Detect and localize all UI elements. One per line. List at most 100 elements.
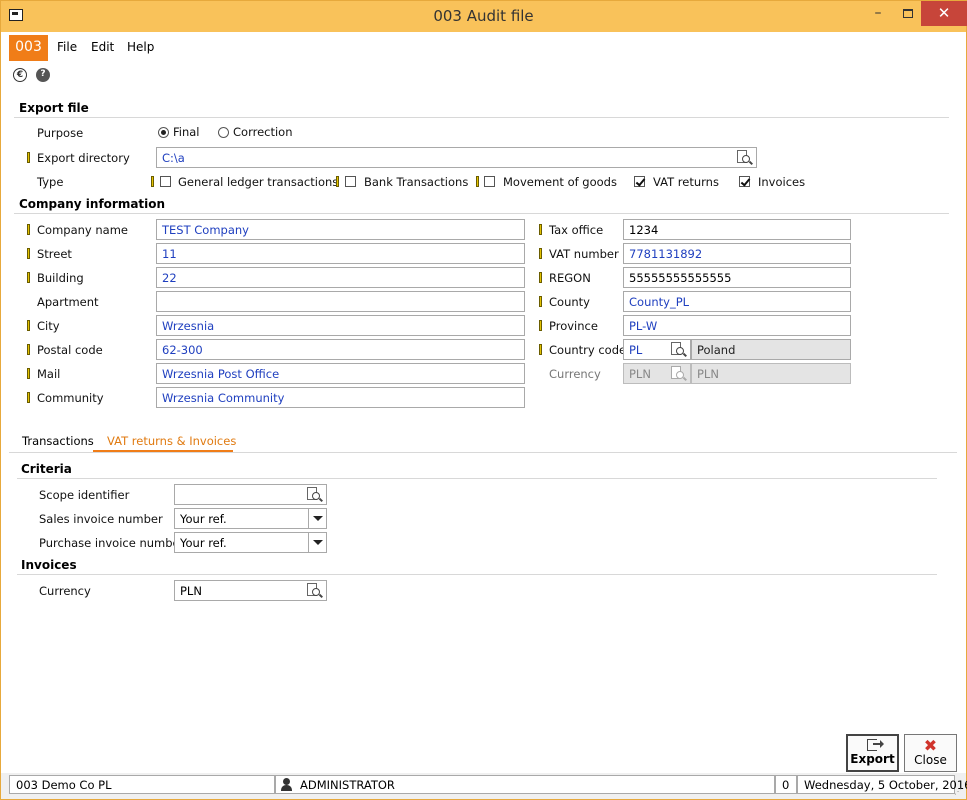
- export-directory-input[interactable]: C:\a: [156, 147, 757, 168]
- menu-bar: 003 File Edit Help: [1, 32, 966, 61]
- browse-folder-icon[interactable]: [737, 150, 753, 165]
- country-code-input[interactable]: PL: [623, 339, 691, 360]
- required-marker: [27, 320, 30, 331]
- purpose-correction-label[interactable]: Correction: [233, 125, 293, 139]
- export-arrow-icon: [873, 740, 884, 747]
- type-vat-returns-label[interactable]: VAT returns: [653, 175, 719, 189]
- vat-number-input[interactable]: 7781131892: [623, 243, 851, 264]
- menu-edit[interactable]: Edit: [91, 40, 114, 54]
- status-date: Wednesday, 5 October, 2016: [797, 775, 967, 794]
- section-divider: [14, 213, 949, 214]
- purpose-label: Purpose: [37, 126, 84, 140]
- company-name-input[interactable]: TEST Company: [156, 219, 525, 240]
- mail-input[interactable]: Wrzesnia Post Office: [156, 363, 525, 384]
- required-marker: [539, 320, 542, 331]
- building-input[interactable]: 22: [156, 267, 525, 288]
- export-button[interactable]: Export: [846, 734, 899, 772]
- scope-identifier-input[interactable]: [174, 484, 327, 505]
- regon-input[interactable]: 55555555555555: [623, 267, 851, 288]
- status-user: ADMINISTRATOR: [275, 775, 775, 794]
- app-window: 003 Audit file – ✕ 003 File Edit Help € …: [0, 0, 967, 800]
- status-company: 003 Demo Co PL: [9, 775, 275, 794]
- postal-code-input[interactable]: 62-300: [156, 339, 525, 360]
- required-marker: [539, 344, 542, 355]
- close-button[interactable]: ✖ Close: [904, 734, 957, 772]
- maximize-button[interactable]: [893, 1, 923, 26]
- postal-code-label: Postal code: [37, 343, 103, 357]
- scope-lookup-icon[interactable]: [307, 487, 323, 502]
- invoices-currency-value: PLN: [180, 584, 202, 598]
- purpose-final-label[interactable]: Final: [173, 125, 200, 139]
- export-button-label: Export: [850, 752, 895, 766]
- purchase-invoice-number-select[interactable]: Your ref.: [174, 532, 327, 553]
- required-marker: [539, 272, 542, 283]
- purchase-invoice-number-value: Your ref.: [180, 536, 227, 550]
- status-bar: 003 Demo Co PL ADMINISTRATOR 0 Wednesday…: [1, 773, 967, 799]
- invoices-currency-input[interactable]: PLN: [174, 580, 327, 601]
- resize-grip-icon[interactable]: ⋰: [954, 787, 964, 797]
- mail-label: Mail: [37, 367, 61, 381]
- tab-vat-returns-invoices[interactable]: VAT returns & Invoices: [107, 434, 236, 448]
- type-invoices-checkbox[interactable]: [739, 176, 750, 187]
- type-invoices-label[interactable]: Invoices: [758, 175, 805, 189]
- apartment-input[interactable]: [156, 291, 525, 312]
- sales-invoice-number-select[interactable]: Your ref.: [174, 508, 327, 529]
- currency-code-value: PLN: [629, 367, 651, 381]
- required-marker: [27, 368, 30, 379]
- province-label: Province: [549, 319, 598, 333]
- city-label: City: [37, 319, 60, 333]
- menu-file[interactable]: File: [57, 40, 77, 54]
- type-general-ledger-label[interactable]: General ledger transactions: [178, 175, 338, 189]
- help-icon[interactable]: ?: [36, 68, 50, 82]
- export-directory-label: Export directory: [37, 151, 130, 165]
- currency-lookup-icon[interactable]: [307, 583, 323, 598]
- section-criteria: Criteria: [21, 462, 72, 476]
- chevron-down-icon[interactable]: [308, 509, 326, 528]
- required-marker: [539, 248, 542, 259]
- section-invoices: Invoices: [21, 558, 77, 572]
- purpose-final-radio[interactable]: [158, 127, 169, 138]
- city-input[interactable]: Wrzesnia: [156, 315, 525, 336]
- purchase-invoice-number-label: Purchase invoice number: [39, 536, 185, 550]
- currency-euro-icon[interactable]: €: [13, 68, 27, 82]
- required-marker: [336, 176, 339, 187]
- currency-lookup-icon: [671, 366, 687, 381]
- maximize-icon: [903, 8, 913, 18]
- menu-help[interactable]: Help: [127, 40, 154, 54]
- type-vat-returns-checkbox[interactable]: [634, 176, 645, 187]
- tax-office-input[interactable]: 1234: [623, 219, 851, 240]
- tab-transactions[interactable]: Transactions: [22, 434, 94, 448]
- type-movement-goods-checkbox[interactable]: [484, 176, 495, 187]
- minimize-button[interactable]: –: [863, 1, 893, 26]
- title-bar: 003 Audit file – ✕: [1, 1, 967, 32]
- section-divider: [17, 478, 937, 479]
- export-icon: [867, 739, 877, 751]
- country-lookup-icon[interactable]: [671, 342, 687, 357]
- currency-name-field: PLN: [691, 363, 851, 384]
- close-window-button[interactable]: ✕: [921, 1, 967, 26]
- country-code-value: PL: [629, 343, 643, 357]
- user-icon: [280, 778, 293, 792]
- status-user-name: ADMINISTRATOR: [300, 778, 395, 792]
- province-input[interactable]: PL-W: [623, 315, 851, 336]
- company-name-label: Company name: [37, 223, 128, 237]
- section-divider: [17, 574, 937, 575]
- section-company-information: Company information: [19, 197, 166, 211]
- county-input[interactable]: County_PL: [623, 291, 851, 312]
- type-bank-transactions-checkbox[interactable]: [345, 176, 356, 187]
- regon-label: REGON: [549, 271, 591, 285]
- purpose-correction-radio[interactable]: [218, 127, 229, 138]
- type-bank-transactions-label[interactable]: Bank Transactions: [364, 175, 468, 189]
- section-export-file: Export file: [19, 101, 89, 115]
- export-directory-value: C:\a: [162, 151, 185, 165]
- community-input[interactable]: Wrzesnia Community: [156, 387, 525, 408]
- company-badge[interactable]: 003: [9, 35, 48, 61]
- street-input[interactable]: 11: [156, 243, 525, 264]
- chevron-down-icon[interactable]: [308, 533, 326, 552]
- required-marker: [27, 344, 30, 355]
- type-movement-goods-label[interactable]: Movement of goods: [503, 175, 617, 189]
- community-label: Community: [37, 391, 104, 405]
- type-label: Type: [37, 175, 64, 189]
- type-general-ledger-checkbox[interactable]: [160, 176, 171, 187]
- sales-invoice-number-label: Sales invoice number: [39, 512, 163, 526]
